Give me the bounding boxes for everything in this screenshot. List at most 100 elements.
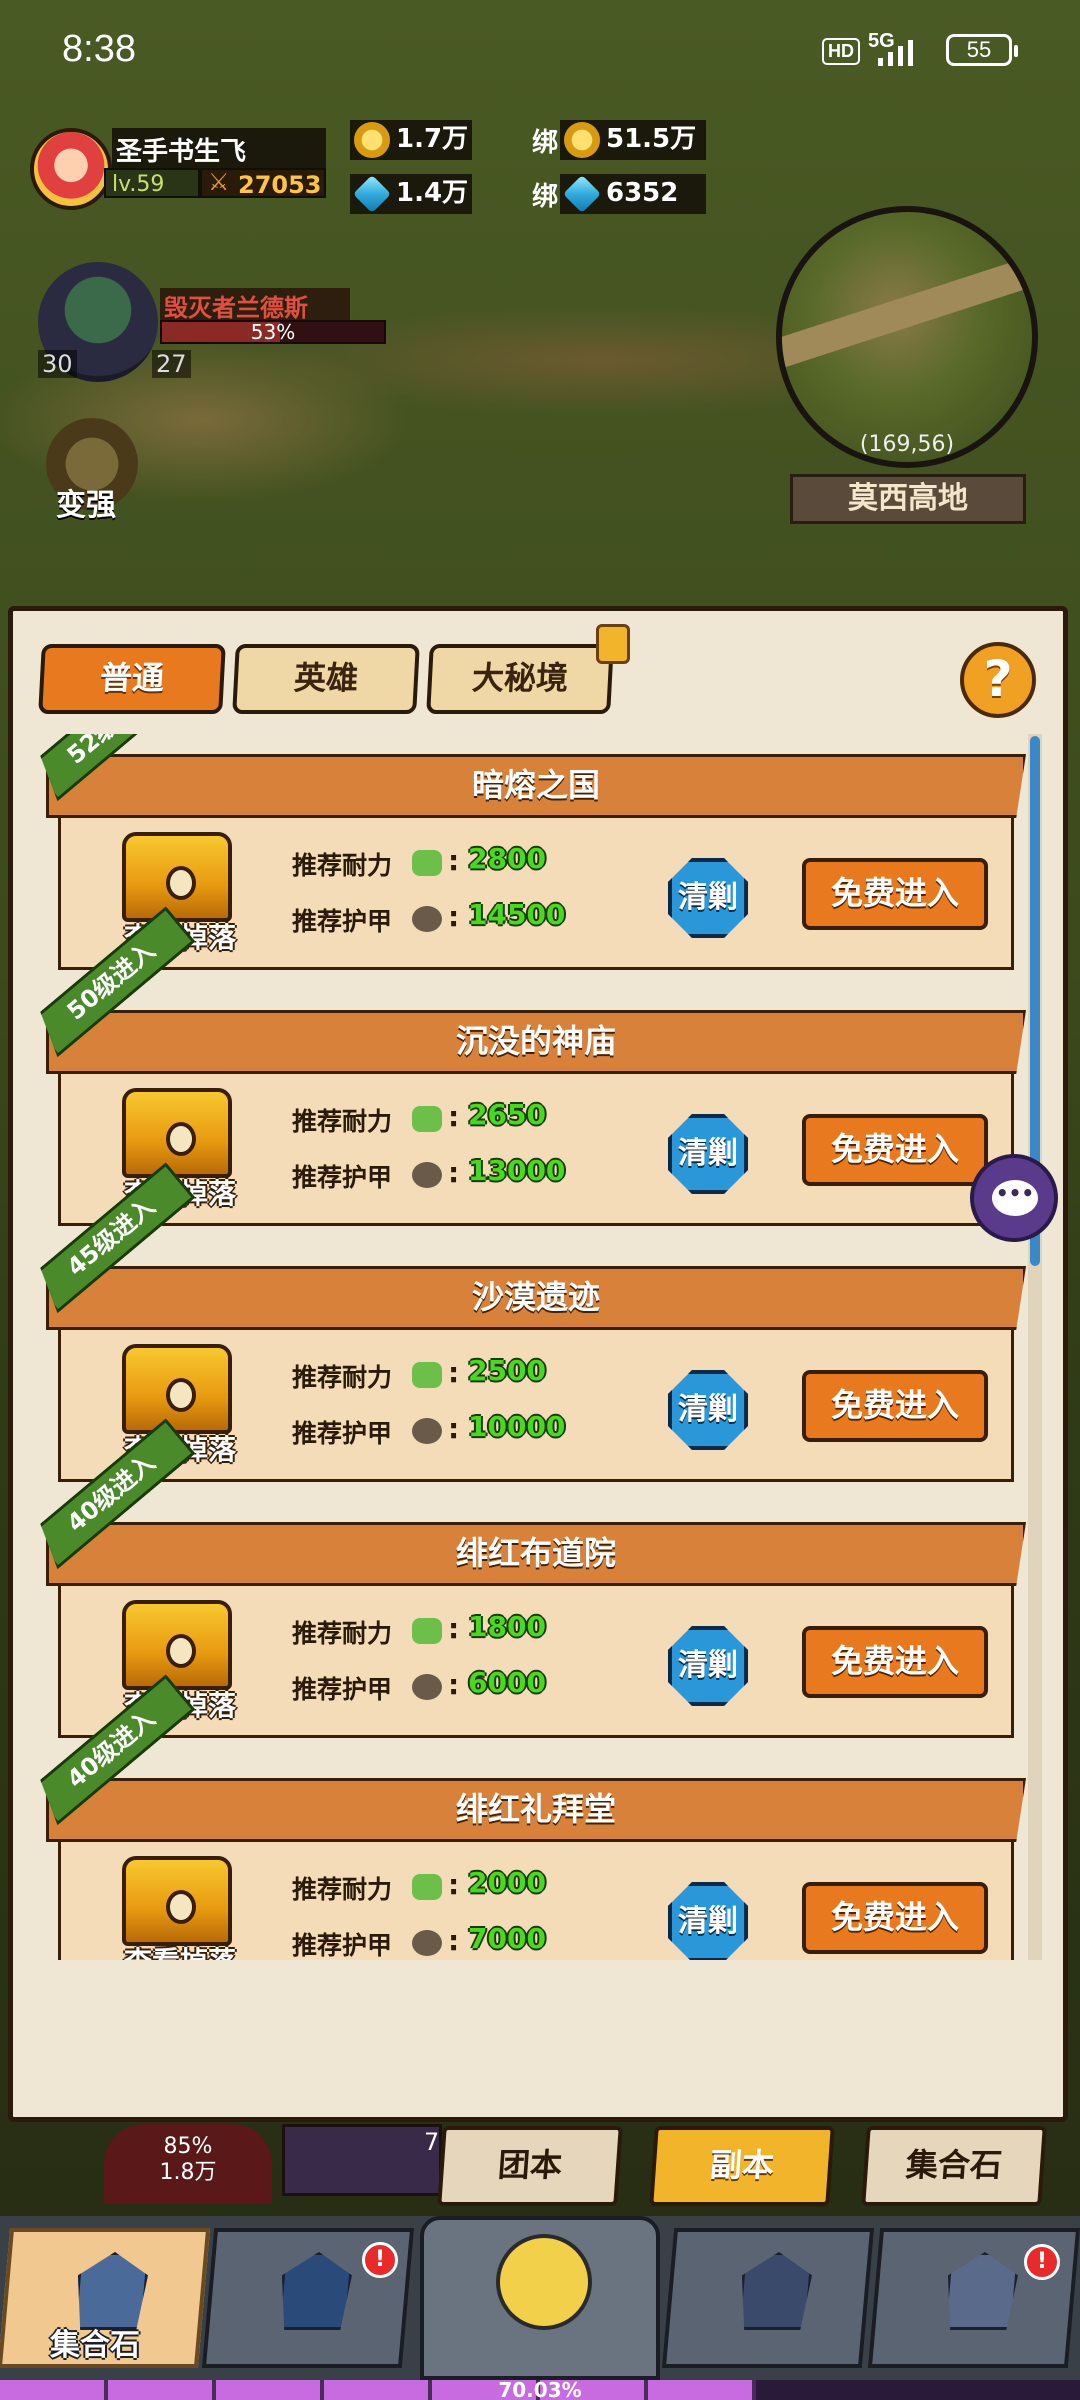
rec-stamina-value: 2000 <box>468 1866 546 1899</box>
signal-bar-icon <box>898 46 903 66</box>
tab-mythic[interactable]: 大秘境 <box>426 644 614 714</box>
colon: : <box>448 1612 460 1645</box>
battle-mascot-icon <box>496 2234 592 2330</box>
rec-stamina-label: 推荐耐力 <box>292 1619 393 1648</box>
minimap[interactable] <box>776 206 1038 468</box>
view-drops-button[interactable]: 查看掉落 <box>110 1940 250 1960</box>
treasure-chest-icon[interactable] <box>122 1856 232 1946</box>
notification-badge: ! <box>1024 2244 1060 2280</box>
stamina-icon <box>412 850 442 876</box>
player-power: 27053 <box>200 168 326 199</box>
signal-bar-icon <box>878 58 883 66</box>
colon: : <box>448 1668 460 1701</box>
free-enter-button[interactable]: 免费进入 <box>802 1114 988 1186</box>
dungeon-list[interactable]: 暗熔之国 52级进入 查看掉落 推荐耐力 : 2800 推荐护甲 : 14500… <box>38 734 1026 1960</box>
free-enter-button[interactable]: 免费进入 <box>802 1882 988 1954</box>
sweep-button[interactable]: 清剿 <box>668 1114 748 1194</box>
lock-icon <box>596 624 630 664</box>
gold-counter[interactable]: 1.7万 <box>350 120 472 160</box>
signal-bar-icon <box>888 52 893 66</box>
armor-icon <box>412 1674 442 1700</box>
treasure-chest-icon[interactable] <box>122 1344 232 1434</box>
treasure-chest-icon[interactable] <box>122 1600 232 1690</box>
gold-value: 1.7万 <box>396 124 469 154</box>
rec-armor-label: 推荐护甲 <box>292 1163 393 1192</box>
slot-count: 7 <box>424 2128 440 2156</box>
strengthen-label: 变强 <box>56 488 116 523</box>
bound-gold-icon <box>564 122 600 158</box>
armor-icon <box>412 906 442 932</box>
chat-icon: ••• <box>992 1180 1038 1216</box>
signal-bar-icon <box>908 40 913 66</box>
help-button[interactable]: ? <box>960 642 1036 718</box>
sweep-button[interactable]: 清剿 <box>668 1370 748 1450</box>
hp-orb: 85% 1.8万 <box>104 2124 272 2204</box>
stamina-icon <box>412 1618 442 1644</box>
armor-icon <box>412 1930 442 1956</box>
player-avatar[interactable] <box>30 128 112 210</box>
bound-diamond-value: 6352 <box>606 178 679 208</box>
treasure-chest-icon[interactable] <box>122 832 232 922</box>
castle-icon <box>943 2252 1020 2330</box>
colon: : <box>448 1412 460 1445</box>
boss-name: 毁灭者兰德斯 <box>160 288 350 322</box>
status-time: 8:38 <box>62 28 136 70</box>
bound-diamond-counter[interactable]: 6352 <box>560 174 706 214</box>
dungeon-name: 暗熔之国 <box>46 754 1026 818</box>
stamina-icon <box>412 1106 442 1132</box>
subtab-meeting-stone[interactable]: 集合石 <box>861 2126 1047 2206</box>
bound-gold-label: 绑 <box>532 128 559 158</box>
diamond-counter[interactable]: 1.4万 <box>350 174 472 214</box>
treasure-chest-icon[interactable] <box>122 1088 232 1178</box>
location-name: 莫西高地 <box>790 474 1026 524</box>
sweep-button[interactable]: 清剿 <box>668 1626 748 1706</box>
tab-hero[interactable]: 英雄 <box>232 644 420 714</box>
colon: : <box>448 1100 460 1133</box>
free-enter-button[interactable]: 免费进入 <box>802 1370 988 1442</box>
diamond-value: 1.4万 <box>396 178 469 208</box>
rec-armor-value: 14500 <box>468 898 566 931</box>
player-level: lv.59 <box>104 168 200 198</box>
chat-bubble-button[interactable]: ••• <box>970 1154 1058 1242</box>
nav-battle[interactable] <box>420 2216 660 2380</box>
rec-armor-value: 10000 <box>468 1410 566 1443</box>
bound-gold-counter[interactable]: 51.5万 <box>560 120 706 160</box>
rec-stamina-value: 1800 <box>468 1610 546 1643</box>
network-type: 5G <box>868 30 895 52</box>
hp-orb-value: 1.8万 <box>159 2160 217 2185</box>
notification-badge: ! <box>362 2242 398 2278</box>
stamina-icon <box>412 1874 442 1900</box>
subtab-raid[interactable]: 团本 <box>437 2126 623 2206</box>
boss-hp-percent: 53% <box>250 320 296 344</box>
bound-diamond-icon <box>562 174 602 214</box>
rec-armor-label: 推荐护甲 <box>292 1675 393 1704</box>
free-enter-button[interactable]: 免费进入 <box>802 858 988 930</box>
colon: : <box>448 900 460 933</box>
stamina-icon <box>412 1362 442 1388</box>
dungeon-name: 沙漠遗迹 <box>46 1266 1026 1330</box>
tab-normal[interactable]: 普通 <box>38 644 226 714</box>
colon: : <box>448 1356 460 1389</box>
skill-slots[interactable] <box>282 2124 442 2196</box>
boss-stat-left: 30 <box>38 350 77 378</box>
gold-coin-icon <box>354 122 390 158</box>
nav-armory[interactable] <box>661 2228 875 2368</box>
armor-icon <box>412 1162 442 1188</box>
sweep-button[interactable]: 清剿 <box>668 858 748 938</box>
rec-armor-label: 推荐护甲 <box>292 907 393 936</box>
colon: : <box>448 1868 460 1901</box>
bound-gold-value: 51.5万 <box>606 124 697 154</box>
dungeon-card: 绯红礼拜堂 40级进入 查看掉落 推荐耐力 : 2000 推荐护甲 : 7000… <box>38 1758 1026 1960</box>
minimap-coords: (169,56) <box>859 432 955 457</box>
free-enter-button[interactable]: 免费进入 <box>802 1626 988 1698</box>
dungeon-name: 绯红布道院 <box>46 1522 1026 1586</box>
colon: : <box>448 1156 460 1189</box>
player-name: 圣手书生飞 <box>112 128 326 168</box>
rec-stamina-label: 推荐耐力 <box>292 1107 393 1136</box>
status-bar: 8:38 HD 5G 55 <box>0 0 1080 100</box>
dungeon-name: 沉没的神庙 <box>46 1010 1026 1074</box>
armor-icon <box>412 1418 442 1444</box>
diamond-icon <box>352 174 392 214</box>
rec-armor-value: 6000 <box>468 1666 546 1699</box>
subtab-dungeon[interactable]: 副本 <box>649 2126 835 2206</box>
